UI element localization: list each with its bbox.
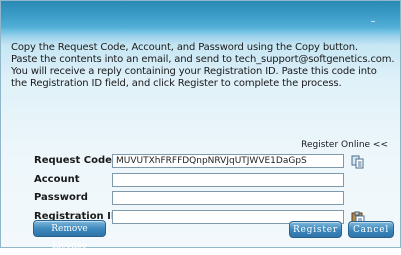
- title-bar: –: [1, 1, 400, 31]
- request-code-field[interactable]: [112, 154, 344, 168]
- remove-license-button[interactable]: Remove License: [33, 220, 106, 251]
- instructions-text: Copy the Request Code, Account, and Pass…: [11, 42, 396, 90]
- register-online-link[interactable]: Register Online <<: [301, 140, 388, 150]
- instruction-line: Copy the Request Code, Account, and Pass…: [11, 42, 358, 53]
- minimize-button[interactable]: –: [368, 17, 378, 27]
- request-code-label: Request Code: [34, 155, 112, 166]
- cancel-button[interactable]: Cancel: [348, 221, 394, 238]
- instruction-line: the Registration ID field, and click Reg…: [11, 78, 342, 89]
- account-label: Account: [34, 174, 80, 185]
- account-field[interactable]: [112, 173, 344, 187]
- register-button[interactable]: Register: [289, 221, 342, 238]
- password-field[interactable]: [112, 191, 344, 205]
- copy-icon[interactable]: [351, 154, 365, 169]
- instruction-line: Paste the contents into an email, and se…: [11, 54, 395, 65]
- registration-dialog: – Copy the Request Code, Account, and Pa…: [0, 0, 401, 251]
- instruction-line: You will receive a reply containing your…: [11, 66, 377, 77]
- password-label: Password: [34, 192, 88, 203]
